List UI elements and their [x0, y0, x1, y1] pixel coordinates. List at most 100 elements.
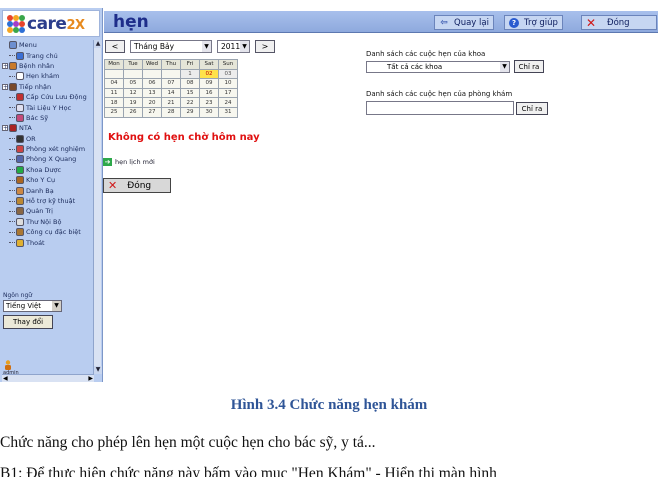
calendar-day	[142, 68, 162, 80]
sidebar-item[interactable]: + Tiếp nhận	[2, 82, 94, 92]
sidebar-item[interactable]: Tài Liệu Y Học	[2, 102, 94, 112]
calendar-day[interactable]: 03	[218, 68, 238, 80]
calendar-day[interactable]: 17	[218, 87, 238, 99]
calendar-day[interactable]: 20	[142, 97, 162, 108]
logout-icon	[16, 238, 24, 247]
home-icon	[16, 51, 24, 60]
language-block: Ngôn ngữ Tiếng Việt ▼ Thay đổi	[3, 292, 93, 329]
calendar-day	[104, 68, 124, 80]
sidebar-item[interactable]: Phòng xét nghiệm	[2, 144, 94, 154]
header-bar: hẹn ⇦ Quay lại ? Trợ giúp ✕ Đóng	[104, 11, 658, 33]
calendar-day[interactable]: 19	[123, 97, 143, 108]
sidebar-item[interactable]: Thoát	[2, 237, 94, 247]
sidebar-item[interactable]: OR	[2, 134, 94, 144]
logo[interactable]: care2X	[2, 10, 100, 37]
year-select[interactable]: 2011 ▼	[217, 39, 250, 53]
lab-icon	[16, 145, 24, 154]
calendar-day[interactable]: 16	[199, 87, 219, 99]
tree-connector	[9, 158, 15, 160]
chevron-down-icon: ▼	[240, 40, 249, 52]
back-button[interactable]: ⇦ Quay lại	[434, 15, 494, 30]
sidebar-item[interactable]: + Bệnh nhân	[2, 61, 94, 71]
sidebar-item[interactable]: Quản Trị	[2, 206, 94, 216]
tree-connector	[9, 210, 15, 212]
calendar-day[interactable]: 21	[161, 97, 181, 108]
sidebar-item[interactable]: Cấp Cứu Lưu Động	[2, 92, 94, 102]
chevron-down-icon: ▼	[52, 301, 61, 311]
calendar-day[interactable]: 08	[180, 78, 200, 89]
sidebar: care2X Menu Trang chủ + Bệnh nhân Hẹn khám + T…	[0, 8, 103, 382]
calendar-day[interactable]: 12	[123, 87, 143, 99]
close-button[interactable]: ✕ Đóng	[103, 178, 171, 193]
clinic-input[interactable]	[366, 101, 514, 115]
medocs-icon	[16, 103, 24, 112]
clinic-show-button[interactable]: Chỉ ra	[516, 102, 548, 115]
sidebar-item[interactable]: Kho Y Cụ	[2, 175, 94, 185]
calendar-day[interactable]: 10	[218, 78, 238, 89]
sidebar-item[interactable]: Trang chủ	[2, 50, 94, 60]
sidebar-item[interactable]: Menu	[2, 40, 94, 50]
prev-month-button[interactable]: <	[105, 39, 125, 53]
help-button[interactable]: ? Trợ giúp	[504, 15, 563, 30]
weekday-header: Wed	[142, 59, 162, 70]
expand-icon[interactable]: +	[2, 125, 8, 132]
sidebar-scrollbar[interactable]: ▲ ▼	[93, 40, 102, 374]
calendar-day[interactable]: 22	[180, 97, 200, 108]
calendar-day[interactable]: 27	[142, 106, 162, 118]
language-label: Ngôn ngữ	[3, 292, 33, 299]
calendar-day[interactable]: 05	[123, 78, 143, 89]
scroll-up-icon[interactable]: ▲	[94, 40, 102, 48]
new-appointment-link[interactable]: ➔ hẹn lịch mới	[103, 158, 155, 166]
header-close-button[interactable]: ✕ Đóng	[581, 15, 657, 30]
calendar-day[interactable]: 14	[161, 87, 181, 99]
calendar-day[interactable]: 06	[142, 78, 162, 89]
calendar-day[interactable]: 15	[180, 87, 200, 99]
scroll-right-icon[interactable]: ▶	[88, 375, 93, 382]
sidebar-item[interactable]: Hẹn khám	[2, 71, 94, 81]
language-select[interactable]: Tiếng Việt ▼	[3, 300, 62, 312]
calendar-day[interactable]: 04	[104, 78, 124, 89]
sidebar-item[interactable]: Danh Bạ	[2, 185, 94, 195]
scroll-left-icon[interactable]: ◀	[3, 375, 8, 382]
calendar-day[interactable]: 29	[180, 106, 200, 118]
sidebar-item[interactable]: Bác Sỹ	[2, 113, 94, 123]
calendar-grid: Mon Tue Wed Thu Fri Sat Sun 1 02 03 04 05 06 07 08 09 10…	[104, 59, 238, 118]
next-month-button[interactable]: >	[255, 39, 275, 53]
tree-connector	[9, 55, 15, 57]
calendar-day[interactable]: 28	[161, 106, 181, 118]
scroll-down-icon[interactable]: ▼	[94, 366, 102, 374]
sidebar-item[interactable]: Thư Nội Bộ	[2, 217, 94, 227]
month-select[interactable]: Tháng Bảy ▼	[130, 39, 212, 53]
sidebar-item-label: Menu	[19, 41, 37, 50]
expand-icon[interactable]: +	[2, 83, 8, 90]
tree-connector	[9, 190, 15, 192]
department-select[interactable]: Tất cả các khoa ▼	[366, 61, 510, 73]
department-show-button[interactable]: Chỉ ra	[514, 60, 544, 73]
weekday-header: Sat	[199, 59, 219, 70]
calendar-day[interactable]: 26	[123, 106, 143, 118]
change-language-button[interactable]: Thay đổi	[3, 315, 53, 329]
sidebar-item-label: Phòng xét nghiệm	[26, 145, 86, 154]
calendar-day[interactable]: 07	[161, 78, 181, 89]
calendar-day[interactable]: 18	[104, 97, 124, 108]
expand-icon[interactable]: +	[2, 62, 8, 69]
sidebar-item[interactable]: Hỗ trợ kỹ thuật	[2, 196, 94, 206]
calendar-day[interactable]: 25	[104, 106, 124, 118]
calendar-day[interactable]: 24	[218, 97, 238, 108]
sidebar-item[interactable]: Công cụ đặc biệt	[2, 227, 94, 237]
calendar-day[interactable]: 02	[199, 68, 219, 80]
sidebar-item[interactable]: + NTA	[2, 123, 94, 133]
calendar-day[interactable]: 11	[104, 87, 124, 99]
sidebar-item[interactable]: Khoa Dược	[2, 165, 94, 175]
sidebar-item[interactable]: Phòng X Quang	[2, 154, 94, 164]
sidebar-horizontal-scrollbar[interactable]: ◀ ▶	[2, 374, 94, 382]
calendar-day[interactable]: 09	[199, 78, 219, 89]
calendar-day[interactable]: 23	[199, 97, 219, 108]
calendar-day[interactable]: 31	[218, 106, 238, 118]
calendar-day[interactable]: 1	[180, 68, 200, 80]
tree-connector	[9, 200, 15, 202]
calendar-day[interactable]: 30	[199, 106, 219, 118]
sidebar-item-label: Phòng X Quang	[26, 155, 77, 164]
calendar-day[interactable]: 13	[142, 87, 162, 99]
calendar-week: 04 05 06 07 08 09 10	[104, 78, 238, 89]
